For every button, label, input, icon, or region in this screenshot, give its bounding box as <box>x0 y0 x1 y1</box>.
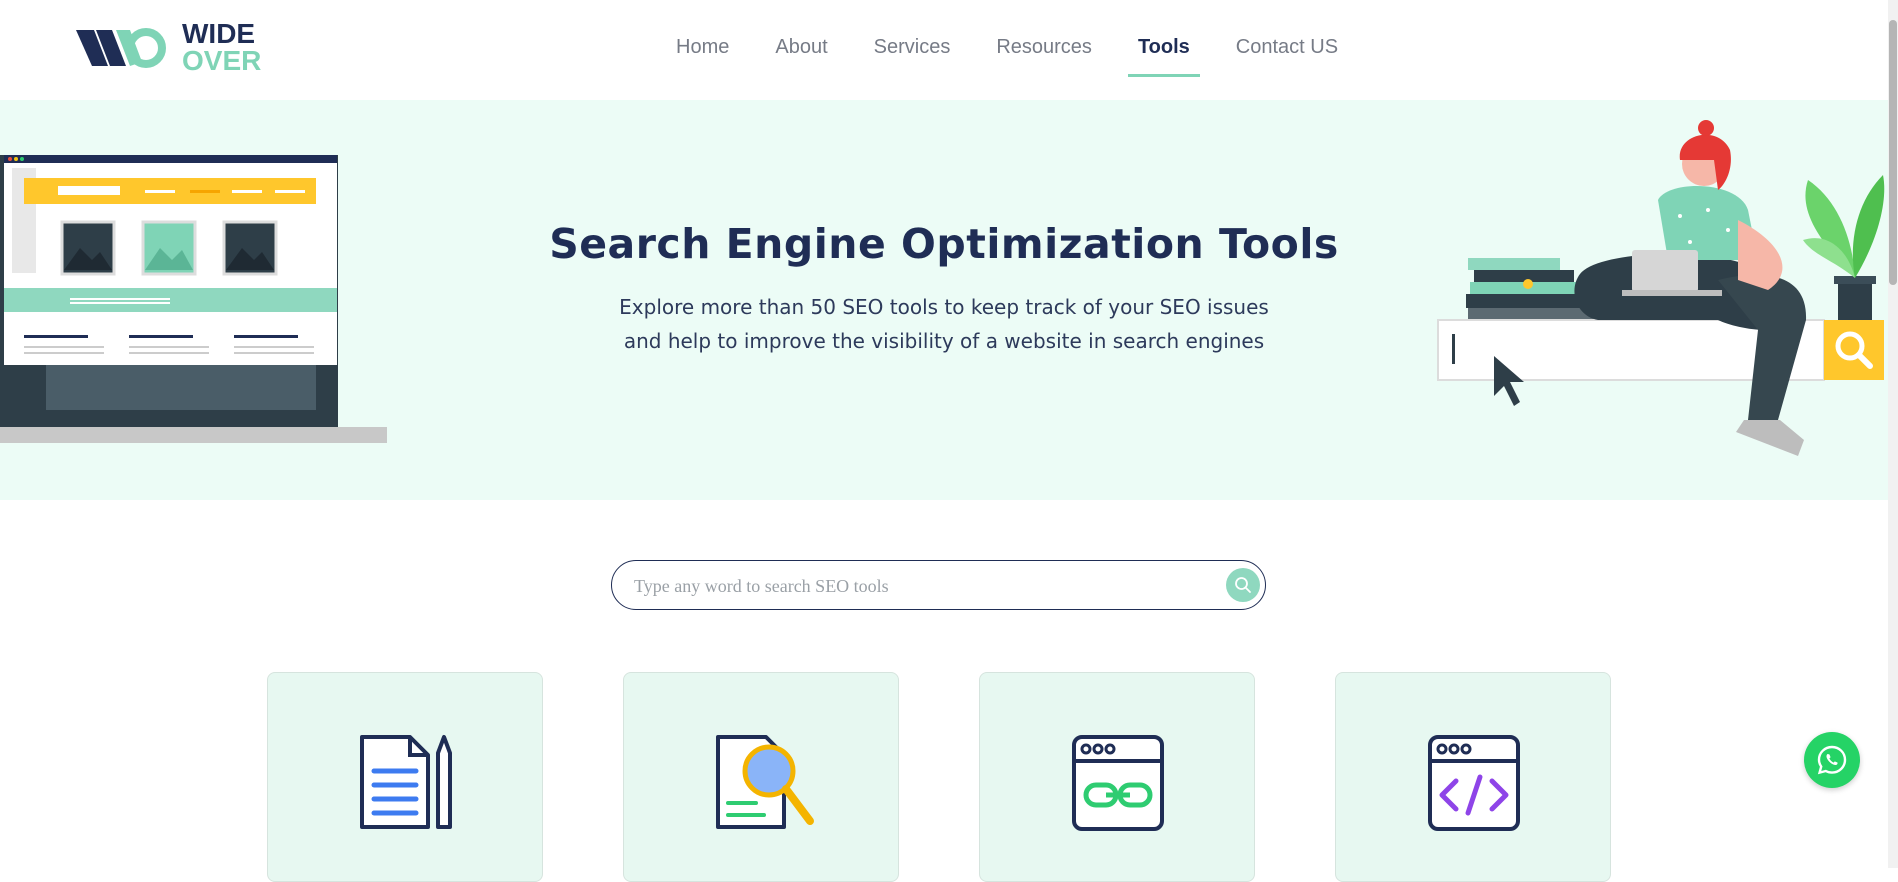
logo[interactable]: WIDE OVER <box>74 18 262 76</box>
tool-card-1[interactable] <box>267 672 543 882</box>
tool-card-2[interactable] <box>623 672 899 882</box>
document-pencil-icon <box>360 735 452 829</box>
main-nav: Home About Services Resources Tools Cont… <box>676 36 1384 77</box>
nav-tools[interactable]: Tools <box>1127 36 1200 77</box>
tool-card-4[interactable] <box>1335 672 1611 882</box>
whatsapp-button[interactable] <box>1804 732 1860 788</box>
scrollbar-thumb[interactable] <box>1889 20 1897 285</box>
nav-home[interactable]: Home <box>676 36 729 77</box>
logo-mark-icon <box>76 28 166 68</box>
search-button[interactable] <box>1226 568 1260 602</box>
site-header: WIDE OVER Home About Services Resources … <box>0 0 1888 100</box>
nav-resources[interactable]: Resources <box>996 36 1092 77</box>
tool-search-box <box>611 560 1266 610</box>
document-search-icon <box>716 735 814 829</box>
whatsapp-icon <box>1817 745 1847 775</box>
logo-text-line2: OVER <box>182 45 262 76</box>
tool-card-3[interactable] <box>979 672 1255 882</box>
nav-about[interactable]: About <box>775 36 827 77</box>
logo-wordmark: WIDE OVER <box>182 18 262 76</box>
page-scrollbar[interactable] <box>1888 0 1898 868</box>
browser-link-icon <box>1072 735 1164 831</box>
nav-contact[interactable]: Contact US <box>1236 36 1338 77</box>
logo-text-line1: WIDE <box>182 18 256 49</box>
browser-code-icon <box>1428 735 1520 831</box>
search-icon <box>1235 577 1251 593</box>
tool-search-input[interactable] <box>632 571 1196 601</box>
search-illustration <box>1437 120 1885 456</box>
hero-banner: Search Engine Optimization Tools Explore… <box>0 100 1888 500</box>
nav-services[interactable]: Services <box>874 36 951 77</box>
